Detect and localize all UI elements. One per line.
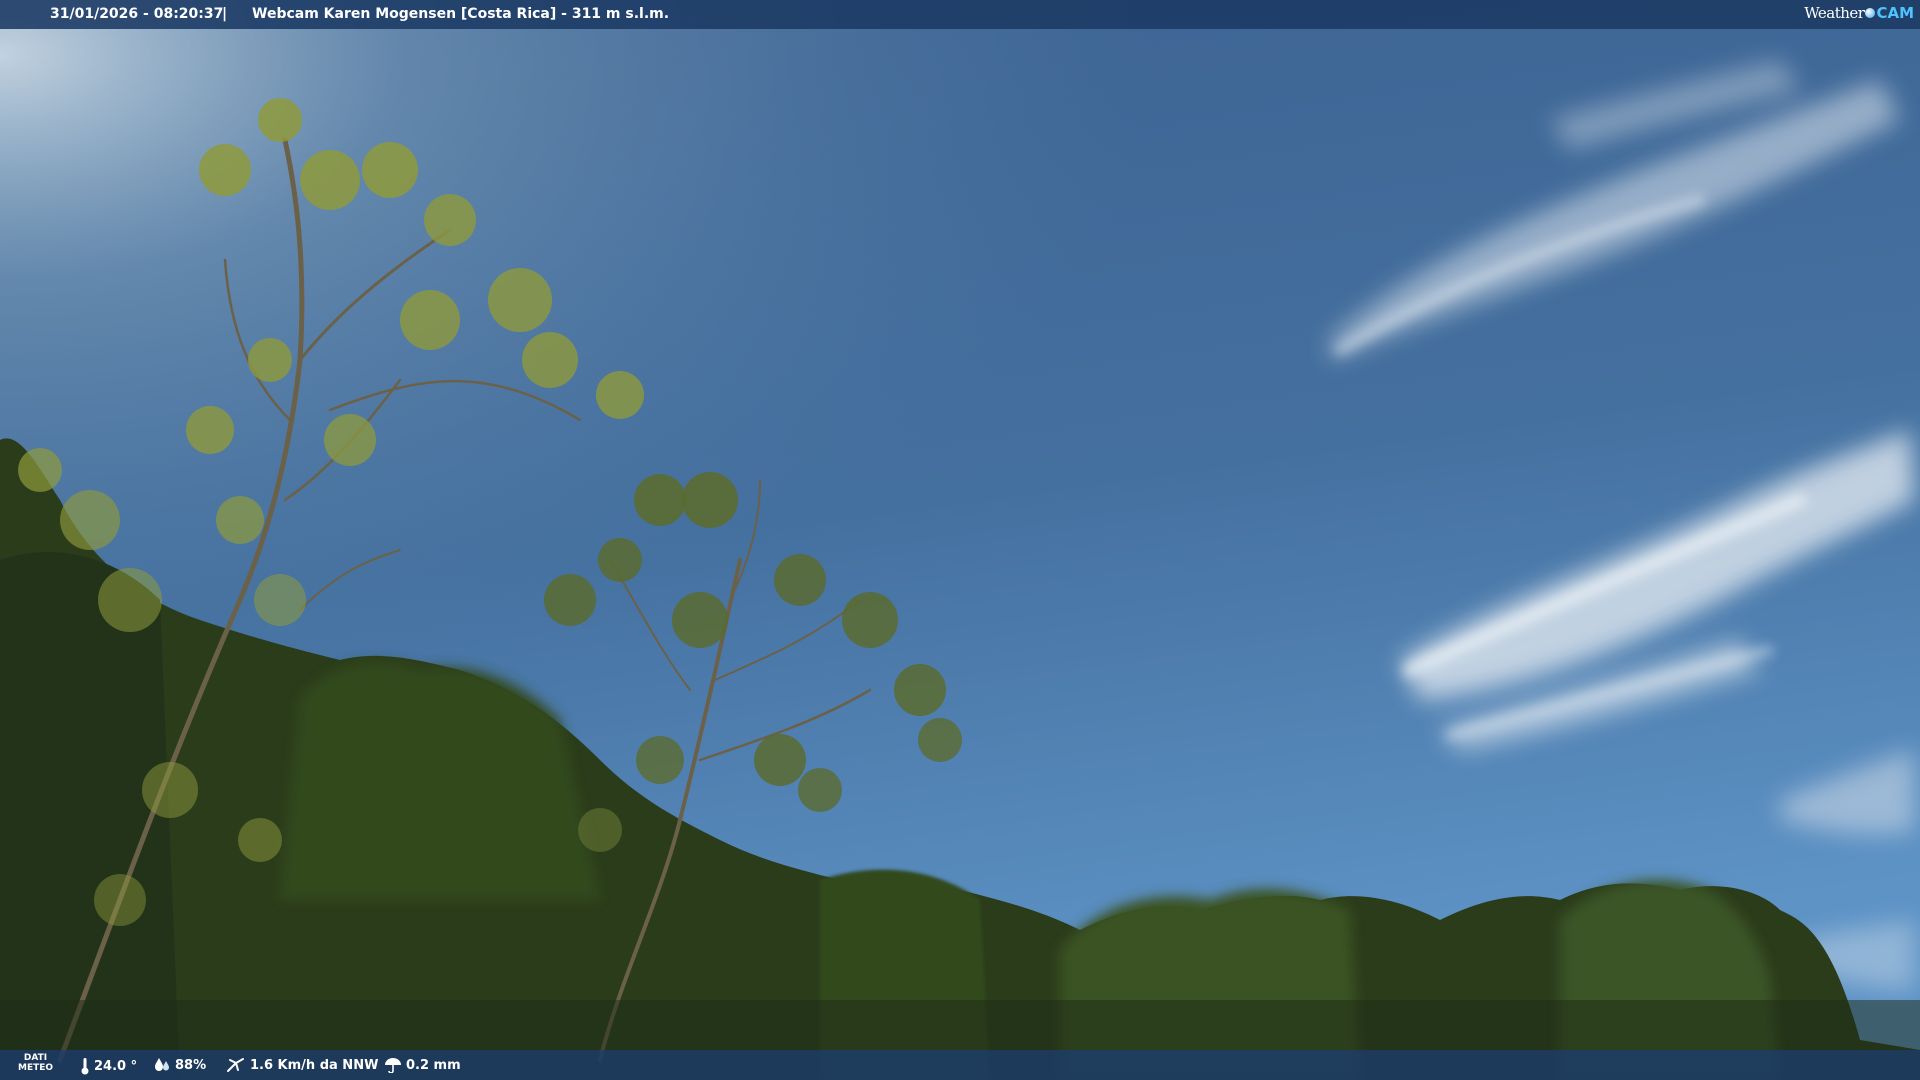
wind-icon xyxy=(227,1058,244,1072)
humidity-value: 88% xyxy=(175,1057,207,1073)
timestamp: 31/01/2026 - 08:20:37 xyxy=(50,6,224,22)
temperature-value: 24.0 ° xyxy=(94,1058,138,1074)
rain-icon xyxy=(385,1058,401,1073)
webcam-scene xyxy=(0,0,1920,1080)
humidity-reading: 88% xyxy=(153,1057,206,1073)
separator: | xyxy=(222,6,228,22)
webcam-title: Webcam Karen Mogensen [Costa Rica] - 311… xyxy=(252,6,670,22)
wind-value: 1.6 Km/h da NNW xyxy=(250,1057,379,1073)
logo-cam-text: CAM xyxy=(1876,4,1914,22)
weather-data-bar: DATI METEO 24.0 ° 88% 1.6 Km/h da NNW 0.… xyxy=(0,1050,1920,1080)
rain-reading: 0.2 mm xyxy=(384,1057,461,1073)
temperature-reading: 24.0 ° xyxy=(80,1057,137,1075)
dati-meteo-label: DATI METEO xyxy=(18,1053,53,1073)
meteo-label: METEO xyxy=(18,1063,54,1073)
weathercam-logo: Weather CAM xyxy=(1804,4,1914,22)
logo-weather-text: Weather xyxy=(1804,4,1865,22)
wind-reading: 1.6 Km/h da NNW xyxy=(226,1057,378,1073)
top-info-bar: 31/01/2026 - 08:20:37 | Webcam Karen Mog… xyxy=(0,0,1920,29)
drops-icon xyxy=(155,1058,169,1071)
dati-label: DATI xyxy=(23,1053,48,1063)
rain-value: 0.2 mm xyxy=(406,1057,461,1073)
thermometer-icon xyxy=(81,1058,89,1075)
logo-globe-icon xyxy=(1865,8,1876,18)
bottom-fade xyxy=(0,1000,1920,1050)
